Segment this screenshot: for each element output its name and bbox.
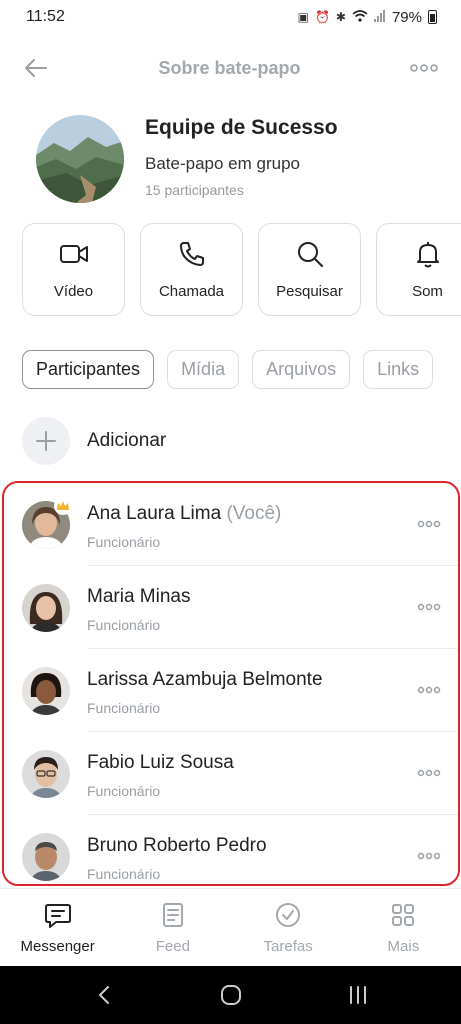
mountain-landscape-image — [36, 115, 124, 203]
participant-more-button[interactable] — [414, 762, 444, 784]
you-tag: (Você) — [226, 503, 282, 524]
app-notification-icon: ▣ — [297, 10, 309, 24]
call-label: Chamada — [158, 283, 225, 300]
system-recents-button[interactable] — [333, 975, 383, 1015]
participant-name: Bruno Roberto Pedro — [87, 835, 267, 856]
participant-more-button[interactable] — [414, 679, 444, 701]
nav-more-label: Mais — [387, 938, 420, 955]
participant-count: 15 participantes — [145, 182, 244, 198]
system-home-button[interactable] — [206, 975, 256, 1015]
tab-media[interactable]: Mídia — [167, 350, 240, 389]
video-icon — [59, 239, 89, 269]
status-bar: 11:52 ▣ ⏰ ✱ 79% — [0, 0, 461, 34]
home-circle-icon — [220, 985, 241, 1005]
more-dots-icon — [410, 64, 438, 72]
crown-icon — [54, 497, 72, 515]
back-button[interactable] — [22, 54, 50, 82]
participant-more-button[interactable] — [414, 845, 444, 867]
participant-role: Funcionário — [87, 700, 161, 716]
more-dots-icon — [417, 520, 441, 528]
add-participant-button[interactable]: Adicionar — [22, 417, 166, 465]
avatar — [22, 667, 70, 715]
tab-links[interactable]: Links — [363, 350, 434, 389]
search-button[interactable]: Pesquisar — [258, 223, 361, 316]
nav-messenger[interactable]: Messenger — [0, 889, 115, 966]
battery-percent: 79% — [391, 8, 422, 26]
participant-row[interactable]: Fabio Luiz Sousa Funcionário — [4, 732, 458, 815]
nav-feed-label: Feed — [155, 938, 190, 955]
participant-row[interactable]: Larissa Azambuja Belmonte Funcionário — [4, 649, 458, 732]
signal-icon — [373, 9, 386, 25]
bell-icon — [413, 239, 443, 269]
nav-tasks[interactable]: Tarefas — [231, 889, 346, 966]
video-label: Vídeo — [53, 283, 94, 300]
group-avatar[interactable] — [36, 115, 124, 203]
tab-participants[interactable]: Participantes — [22, 350, 155, 389]
group-type: Bate-papo em grupo — [145, 154, 300, 173]
nav-messenger-label: Messenger — [20, 938, 95, 955]
more-dots-icon — [417, 686, 441, 694]
more-dots-icon — [417, 852, 441, 860]
search-icon — [295, 239, 325, 269]
participant-name: Fabio Luiz Sousa — [87, 752, 234, 773]
participant-name: Larissa Azambuja Belmonte — [87, 669, 323, 690]
nav-tasks-label: Tarefas — [263, 938, 313, 955]
participant-role: Funcionário — [87, 534, 161, 550]
nav-feed[interactable]: Feed — [115, 889, 230, 966]
battery-icon — [428, 10, 437, 24]
page-title: Sobre bate-papo — [158, 57, 301, 78]
add-label: Adicionar — [87, 430, 167, 451]
chevron-left-icon — [98, 986, 109, 1004]
header-more-button[interactable] — [409, 54, 439, 82]
status-time: 11:52 — [26, 8, 65, 25]
participant-more-button[interactable] — [414, 596, 444, 618]
group-name: Equipe de Sucesso — [145, 116, 338, 139]
app-header: Sobre bate-papo — [0, 46, 461, 90]
sound-button[interactable]: Som — [376, 223, 461, 316]
phone-icon — [177, 239, 207, 269]
system-back-button[interactable] — [79, 975, 129, 1015]
alarm-icon: ⏰ — [314, 10, 330, 24]
participant-row[interactable]: Maria Minas Funcionário — [4, 566, 458, 649]
feed-icon — [162, 903, 183, 927]
participant-list: Ana Laura Lima (Você) Funcionário Maria … — [2, 481, 460, 886]
arrow-left-icon — [25, 59, 47, 77]
status-icons: ▣ ⏰ ✱ 79% — [298, 9, 437, 26]
avatar — [22, 833, 70, 881]
call-button[interactable]: Chamada — [140, 223, 243, 316]
action-bar: Vídeo Chamada Pesquisar Som — [22, 223, 461, 316]
check-circle-icon — [276, 903, 301, 927]
tab-files[interactable]: Arquivos — [252, 350, 351, 389]
tab-bar: Participantes Mídia Arquivos Links — [22, 350, 434, 389]
sound-label: Som — [412, 283, 443, 300]
bluetooth-icon: ✱ — [335, 10, 346, 24]
system-nav-bar — [0, 966, 461, 1024]
wifi-icon — [352, 9, 368, 25]
participant-name: Maria Minas — [87, 586, 191, 607]
plus-icon — [22, 417, 70, 465]
participant-name: Ana Laura Lima (Você) — [87, 503, 281, 525]
bottom-nav: Messenger Feed Tarefas Mais — [0, 888, 461, 966]
video-button[interactable]: Vídeo — [22, 223, 125, 316]
more-dots-icon — [417, 603, 441, 611]
participant-more-button[interactable] — [414, 513, 444, 535]
participant-role: Funcionário — [87, 866, 161, 882]
grid-icon — [392, 904, 415, 926]
nav-more[interactable]: Mais — [346, 889, 461, 966]
avatar — [22, 584, 70, 632]
participant-row[interactable]: Bruno Roberto Pedro Funcionário — [4, 815, 458, 884]
participant-row[interactable]: Ana Laura Lima (Você) Funcionário — [4, 483, 458, 566]
participant-name-text: Ana Laura Lima — [87, 503, 222, 524]
more-dots-icon — [417, 769, 441, 777]
chat-icon — [44, 904, 71, 928]
participant-role: Funcionário — [87, 783, 161, 799]
search-label: Pesquisar — [276, 283, 343, 300]
participant-role: Funcionário — [87, 617, 161, 633]
avatar — [22, 750, 70, 798]
recents-icon — [349, 986, 366, 1004]
